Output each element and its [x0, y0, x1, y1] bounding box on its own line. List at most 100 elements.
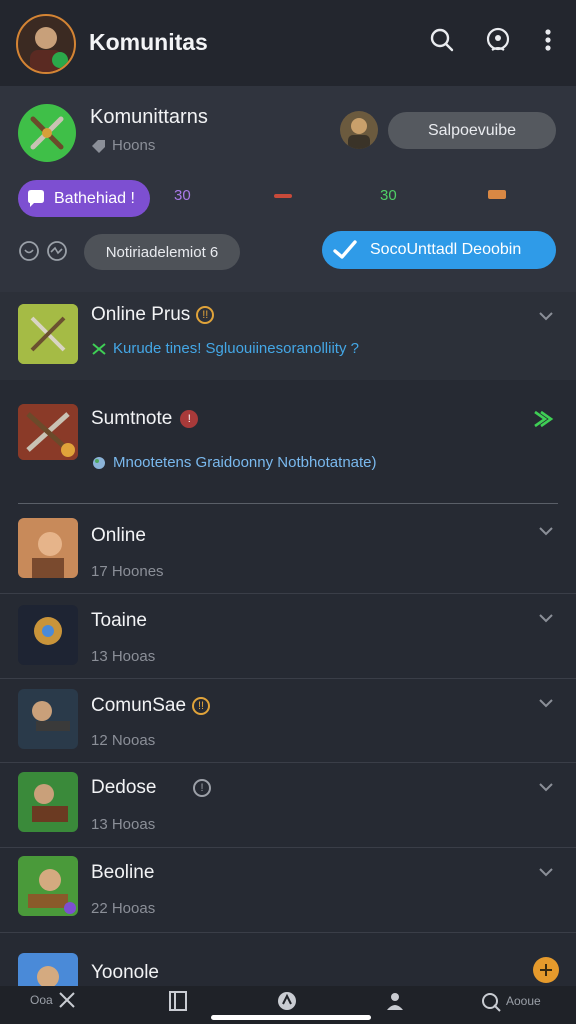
member-avatar[interactable]: [340, 111, 378, 149]
tag-value-2[interactable]: 30: [380, 187, 397, 204]
list-item-subtitle: 22 Hooas: [91, 900, 156, 917]
community-meta: Hoons: [90, 137, 155, 154]
member-avatar-image: [348, 118, 370, 149]
info-badge-text: !!: [198, 700, 205, 712]
chevron-down-icon[interactable]: [538, 779, 554, 795]
list-item-title-text: ComunSae: [91, 695, 187, 716]
game-thumbnail: [18, 772, 78, 832]
search-icon: [430, 28, 454, 52]
info-badge: !!: [192, 697, 211, 715]
list-item-title: Yoonole: [91, 962, 159, 983]
tag-value-1[interactable]: 30: [174, 187, 191, 204]
nav-item-profile[interactable]: [384, 990, 406, 1012]
community-name: Komunittarns: [90, 106, 208, 128]
tag-pill-label: Bathehiad !: [54, 189, 135, 207]
list-item-title-text: Online Prus: [91, 304, 191, 325]
notification-dot[interactable]: [533, 957, 559, 983]
list-item[interactable]: Beoline 22 Hooas: [0, 848, 576, 933]
robot-art-icon: [18, 605, 78, 665]
nav-right-label: Aooue: [506, 994, 541, 1008]
nav-item-community[interactable]: [276, 990, 298, 1012]
list-item[interactable]: Dedose ! 13 Hooas: [0, 763, 576, 848]
game-art-icon: [18, 404, 78, 460]
plus-icon: [540, 964, 552, 976]
community-icon: [278, 992, 296, 1010]
list-item[interactable]: Toaine 13 Hooas: [0, 594, 576, 679]
list-item-subtitle: 17 Hoones: [91, 563, 164, 580]
list-item-title: ComunSae !!: [91, 695, 211, 717]
more-button[interactable]: [532, 24, 564, 56]
tag-pill[interactable]: Bathehiad !: [18, 180, 150, 217]
game-thumbnail: [18, 605, 78, 665]
heart-outline-icon: [19, 241, 39, 261]
nav-item-library[interactable]: [168, 990, 188, 1012]
user-avatar-image: [30, 27, 68, 72]
soldier-art-icon: [18, 689, 78, 749]
chat-bubble-icon: [486, 27, 510, 51]
primary-action-button[interactable]: SocoUnttadl Deoobin: [322, 231, 556, 269]
game-thumbnail: [18, 689, 78, 749]
crossed-swords-icon: [92, 342, 106, 355]
list-item-subtitle-text: Kurude tines! Sgluouiinesoranolliity ?: [113, 340, 359, 357]
chevron-down-icon[interactable]: [538, 695, 554, 711]
hero-art-icon: [18, 953, 78, 986]
list-item-subtitle: 13 Hooas: [91, 648, 156, 665]
list-item-subtitle: Mnootetens Graidoonny Notbhotatnate): [91, 454, 377, 471]
list-item-title: Online: [91, 525, 146, 546]
game-thumbnail: [18, 518, 78, 578]
list-item-subtitle: Kurude tines! Sgluouiinesoranolliity ?: [91, 340, 359, 357]
home-indicator: [211, 1015, 371, 1020]
reaction-icons[interactable]: [18, 240, 68, 262]
more-vert-icon: [545, 29, 551, 51]
list-item-title: Toaine: [91, 610, 147, 631]
nav-item-close[interactable]: Ooa: [30, 990, 77, 1010]
join-button[interactable]: Salpoevuibe: [388, 112, 556, 149]
user-avatar[interactable]: [16, 14, 76, 74]
list-item-subtitle-text: Mnootetens Graidoonny Notbhotatnate): [113, 454, 377, 471]
crossed-swords-icon: [18, 304, 78, 364]
list-item[interactable]: Online Prus !! Kurude tines! Sgluouiines…: [0, 292, 576, 380]
book-icon: [169, 991, 187, 1011]
game-thumbnail: [18, 404, 78, 460]
nav-item-settings[interactable]: Aooue: [480, 990, 541, 1012]
info-badge: !!: [196, 306, 215, 324]
adventurer-art-icon: [18, 856, 78, 916]
list-item[interactable]: Online 17 Hoones: [0, 505, 576, 594]
notification-pill[interactable]: Notiriadelemiot 6: [84, 234, 240, 270]
warrior-art-icon: [18, 772, 78, 832]
search-button[interactable]: [426, 24, 458, 56]
stat-marker-red-icon[interactable]: [274, 194, 292, 198]
community-header-card: Komunittarns Hoons Salpoevuibe Bathehiad…: [0, 86, 576, 292]
chevron-down-icon[interactable]: [538, 308, 554, 324]
game-thumbnail: [18, 953, 78, 986]
notification-pill-label: Notiriadelemiot 6: [105, 243, 219, 261]
person-icon: [387, 993, 403, 1010]
info-badge: !: [193, 779, 211, 797]
character-art-icon: [18, 518, 78, 578]
page-title: Komunitas: [89, 29, 208, 55]
community-avatar[interactable]: [18, 104, 76, 162]
list-item[interactable]: Sumtnote ! Mnootetens Graidoonny Notbhot…: [0, 380, 576, 504]
stat-marker-orange-icon[interactable]: [488, 190, 506, 199]
section-divider: [18, 503, 558, 504]
info-badge-text: !: [200, 782, 204, 794]
list-item[interactable]: Yoonole: [0, 933, 576, 986]
list-item-title: Beoline: [91, 862, 155, 883]
tag-icon: [92, 139, 105, 153]
edit-icon: [482, 993, 501, 1012]
chat-bubble-icon: [28, 189, 44, 207]
chevron-down-icon[interactable]: [538, 523, 554, 539]
globe-icon: [93, 456, 105, 469]
community-sub: Hoons: [112, 137, 156, 154]
list-item-title: Sumtnote !: [91, 408, 199, 430]
crossed-swords-icon: [30, 116, 64, 150]
chevron-down-icon[interactable]: [538, 864, 554, 880]
list-item[interactable]: ComunSae !! 12 Nooas: [0, 679, 576, 763]
chevron-down-icon[interactable]: [538, 610, 554, 626]
list-item-subtitle: 12 Nooas: [91, 732, 156, 749]
top-app-bar: Komunitas: [0, 0, 576, 86]
chat-button[interactable]: [482, 24, 514, 56]
list-item-title: Dedose: [91, 777, 157, 798]
forward-arrow-icon[interactable]: [532, 408, 556, 430]
list-item-subtitle: 13 Hooas: [91, 816, 156, 833]
